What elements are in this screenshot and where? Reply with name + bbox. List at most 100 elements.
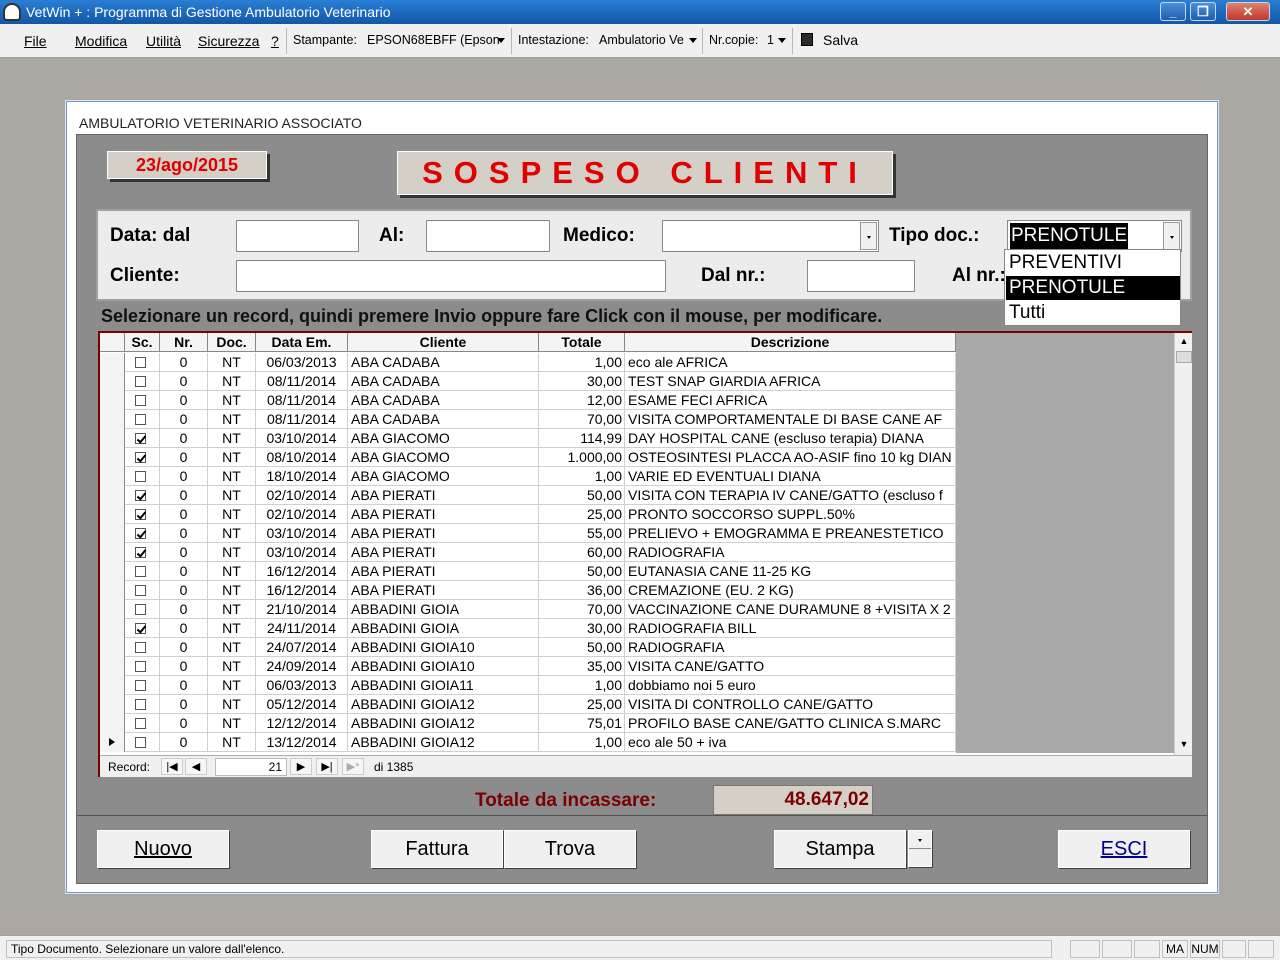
checkbox[interactable] [135,642,146,653]
select-checkbox[interactable] [125,353,160,372]
cell-desc[interactable]: PRONTO SOCCORSO SUPPL.50% [625,505,956,524]
header-select[interactable]: Ambulatorio Ve [599,33,684,47]
cell-cliente[interactable]: ABA GIACOMO [348,429,539,448]
cell-cliente[interactable]: ABA PIERATI [348,562,539,581]
table-row[interactable]: 0 NT 21/10/2014 ABBADINI GIOIA 70,00 VACCINAZ… [100,600,956,619]
cell-data[interactable]: 06/03/2013 [256,353,348,372]
select-checkbox[interactable] [125,562,160,581]
cell-totale[interactable]: 114,99 [539,429,625,448]
cell-doc[interactable]: NT [208,733,256,752]
row-selector[interactable] [100,581,125,600]
cell-cliente[interactable]: ABBADINI GIOIA12 [348,695,539,714]
cell-doc[interactable]: NT [208,619,256,638]
checkbox[interactable] [135,718,146,729]
select-checkbox[interactable] [125,733,160,752]
cell-desc[interactable]: ESAME FECI AFRICA [625,391,956,410]
date-from-input[interactable] [236,220,359,252]
cell-totale[interactable]: 70,00 [539,600,625,619]
cell-data[interactable]: 06/03/2013 [256,676,348,695]
select-checkbox[interactable] [125,581,160,600]
cell-totale[interactable]: 55,00 [539,524,625,543]
header-doc[interactable]: Doc. [208,333,256,352]
close-button[interactable]: ✕ [1226,2,1270,21]
cell-nr[interactable]: 0 [160,429,208,448]
cell-doc[interactable]: NT [208,543,256,562]
select-checkbox[interactable] [125,638,160,657]
cell-cliente[interactable]: ABBADINI GIOIA [348,600,539,619]
table-row[interactable]: 0 NT 03/10/2014 ABA PIERATI 60,00 RADIOGRAFIA [100,543,956,562]
cell-doc[interactable]: NT [208,524,256,543]
cell-doc[interactable]: NT [208,372,256,391]
scroll-up-icon[interactable]: ▲ [1176,333,1192,350]
stampa-button[interactable]: Stampa [774,830,906,868]
cell-totale[interactable]: 30,00 [539,372,625,391]
last-record-button[interactable]: ▶| [316,758,338,775]
cell-cliente[interactable]: ABBADINI GIOIA11 [348,676,539,695]
date-to-input[interactable] [426,220,550,252]
cell-cliente[interactable]: ABBADINI GIOIA12 [348,733,539,752]
cell-cliente[interactable]: ABBADINI GIOIA10 [348,638,539,657]
table-row[interactable]: 0 NT 18/10/2014 ABA GIACOMO 1,00 VARIE ED EVE… [100,467,956,486]
table-row[interactable]: 0 NT 06/03/2013 ABBADINI GIOIA11 1,00 dobbiam… [100,676,956,695]
table-row[interactable]: 0 NT 16/12/2014 ABA PIERATI 36,00 CREMAZIONE … [100,581,956,600]
row-selector[interactable] [100,543,125,562]
cell-nr[interactable]: 0 [160,695,208,714]
select-checkbox[interactable] [125,543,160,562]
cell-desc[interactable]: VARIE ED EVENTUALI DIANA [625,467,956,486]
cell-nr[interactable]: 0 [160,581,208,600]
cliente-input[interactable] [236,260,666,292]
cell-doc[interactable]: NT [208,676,256,695]
cell-doc[interactable]: NT [208,448,256,467]
row-selector[interactable] [100,600,125,619]
dropdown-option[interactable]: PRENOTULE [1006,276,1180,300]
cell-doc[interactable]: NT [208,714,256,733]
chevron-down-icon[interactable] [1163,222,1180,250]
cell-doc[interactable]: NT [208,581,256,600]
cell-doc[interactable]: NT [208,410,256,429]
table-row[interactable]: 0 NT 08/10/2014 ABA GIACOMO 1.000,00 OSTEOSIN… [100,448,956,467]
row-selector[interactable] [100,657,125,676]
cell-data[interactable]: 03/10/2014 [256,524,348,543]
cell-data[interactable]: 08/10/2014 [256,448,348,467]
new-record-button[interactable]: ▶* [342,758,364,775]
checkbox[interactable] [135,357,146,368]
cell-nr[interactable]: 0 [160,600,208,619]
cell-data[interactable]: 21/10/2014 [256,600,348,619]
table-row[interactable]: 0 NT 03/10/2014 ABA PIERATI 55,00 PRELIEVO + … [100,524,956,543]
cell-cliente[interactable]: ABA PIERATI [348,543,539,562]
row-selector[interactable] [100,372,125,391]
checkbox[interactable] [135,395,146,406]
cell-nr[interactable]: 0 [160,733,208,752]
row-selector[interactable] [100,695,125,714]
stampa-options-button[interactable] [908,830,932,867]
next-record-button[interactable]: ▶ [290,758,312,775]
cell-nr[interactable]: 0 [160,562,208,581]
cell-desc[interactable]: PROFILO BASE CANE/GATTO CLINICA S.MARC [625,714,956,733]
cell-nr[interactable]: 0 [160,486,208,505]
dal-nr-input[interactable] [807,260,915,292]
cell-nr[interactable]: 0 [160,543,208,562]
cell-doc[interactable]: NT [208,600,256,619]
cell-cliente[interactable]: ABA CADABA [348,410,539,429]
table-row[interactable]: 0 NT 02/10/2014 ABA PIERATI 50,00 VISITA CON … [100,486,956,505]
select-checkbox[interactable] [125,448,160,467]
scroll-thumb[interactable] [1176,351,1192,363]
cell-data[interactable]: 16/12/2014 [256,581,348,600]
row-selector[interactable] [100,619,125,638]
row-selector[interactable] [100,391,125,410]
cell-totale[interactable]: 1,00 [539,467,625,486]
header-sc[interactable]: Sc. [125,333,160,352]
cell-totale[interactable]: 60,00 [539,543,625,562]
first-record-button[interactable]: |◀ [161,758,183,775]
record-number-input[interactable]: 21 [215,758,287,776]
cell-totale[interactable]: 1.000,00 [539,448,625,467]
checkbox[interactable] [135,661,146,672]
cell-desc[interactable]: RADIOGRAFIA [625,638,956,657]
table-row[interactable]: 0 NT 16/12/2014 ABA PIERATI 50,00 EUTANASIA C… [100,562,956,581]
cell-doc[interactable]: NT [208,657,256,676]
select-checkbox[interactable] [125,505,160,524]
dropdown-option[interactable]: PREVENTIVI [1006,251,1180,275]
row-selector[interactable] [100,448,125,467]
cell-data[interactable]: 08/11/2014 [256,391,348,410]
cell-desc[interactable]: VACCINAZIONE CANE DURAMUNE 8 +VISITA X 2 [625,600,956,619]
